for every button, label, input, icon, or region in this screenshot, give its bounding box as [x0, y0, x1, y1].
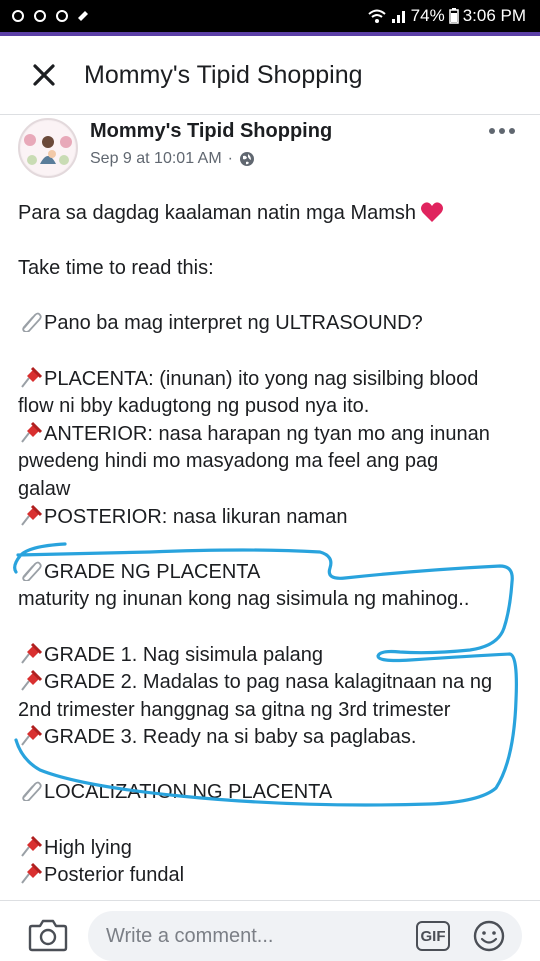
text-line: Para sa dagdag kaalaman natin mga Mamsh: [18, 200, 528, 228]
line-text: Para sa dagdag kaalaman natin mga Mamsh: [18, 202, 417, 224]
signal-icon: [391, 11, 405, 23]
text-line: flow ni bby kadugtong ng pusod nya ito.: [18, 393, 528, 421]
post-text: Para sa dagdag kaalaman natin mga Mamsh …: [18, 200, 528, 890]
post-author[interactable]: Mommy's Tipid Shopping: [90, 120, 332, 143]
line-text: GRADE 3. Ready na si baby sa paglabas.: [44, 726, 417, 749]
pin-icon: [21, 642, 43, 664]
pin-icon: [21, 725, 43, 746]
wifi-icon: [367, 9, 386, 23]
notification-icon: [56, 10, 68, 22]
line-text: Take time to read this:: [18, 257, 214, 280]
text-line: Posterior fundal: [18, 862, 528, 890]
line-text: maturity ng inunan kong nag sisimula ng …: [18, 588, 470, 611]
pin-icon: [21, 863, 43, 884]
line-text: ANTERIOR: nasa harapan ng tyan mo ang in…: [44, 422, 490, 445]
line-text: Pano ba mag interpret ng ULTRASOUND?: [44, 312, 423, 335]
avatar-logo: [21, 121, 75, 175]
text-line: GRADE NG PLACENTA: [18, 559, 528, 587]
notification-icons: [10, 9, 90, 23]
paperclip-icon: [22, 312, 42, 333]
text-line: pwedeng hindi mo masyadong ma feel ang p…: [18, 448, 528, 476]
top-header: Mommy's Tipid Shopping: [0, 36, 540, 115]
pin-icon: [21, 504, 43, 526]
line-text: GRADE NG PLACENTA: [44, 560, 261, 583]
close-icon: [33, 64, 55, 86]
text-line: ANTERIOR: nasa harapan ng tyan mo ang in…: [18, 421, 528, 449]
line-text: High lying: [44, 836, 132, 859]
text-line: Pano ba mag interpret ng ULTRASOUND?: [18, 310, 528, 338]
line-text: GRADE 2. Madalas to pag nasa kalagitnaan…: [44, 671, 493, 694]
post-timestamp[interactable]: Sep 9 at 10:01 AM: [90, 150, 222, 168]
gif-icon: GIF: [420, 927, 446, 945]
battery-icon: [448, 8, 459, 24]
comment-placeholder: Write a comment...: [106, 924, 274, 947]
notification-icon: [12, 10, 24, 22]
clock: 3:06 PM: [462, 6, 526, 25]
gif-button[interactable]: GIF: [416, 921, 450, 951]
pin-icon: [21, 670, 43, 691]
more-icon: [489, 128, 515, 134]
close-button[interactable]: [24, 55, 64, 95]
text-line: GRADE 1. Nag sisimula palang: [18, 642, 528, 670]
text-line: High lying: [18, 835, 528, 863]
text-line: PLACENTA: (inunan) ito yong nag sisilbin…: [18, 366, 528, 394]
notification-icon: [34, 10, 46, 22]
text-line: 2nd trimester hanggnag sa gitna ng 3rd t…: [18, 697, 528, 725]
emoji-button[interactable]: [472, 919, 506, 953]
mute-icon: [78, 11, 88, 21]
text-line: LOCALIZATION NG PLACENTA: [18, 779, 528, 807]
status-bar: 74% 3:06 PM: [0, 0, 540, 32]
meta-separator: ·: [227, 150, 233, 167]
line-text: flow ni bby kadugtong ng pusod nya ito.: [18, 395, 370, 418]
camera-icon: [28, 919, 68, 952]
page-title: Mommy's Tipid Shopping: [84, 60, 363, 89]
text-line: maturity ng inunan kong nag sisimula ng …: [18, 586, 528, 614]
comment-bar: Write a comment... GIF: [0, 900, 540, 961]
pin-icon: [21, 366, 43, 388]
comment-input[interactable]: Write a comment... GIF: [88, 911, 522, 961]
avatar[interactable]: [18, 118, 78, 178]
line-text: LOCALIZATION NG PLACENTA: [44, 781, 333, 804]
post-meta: Sep 9 at 10:01 AM ·: [90, 150, 255, 168]
more-options-button[interactable]: [488, 118, 516, 138]
line-text: GRADE 1. Nag sisimula palang: [44, 643, 324, 666]
post-header: Mommy's Tipid Shopping Sep 9 at 10:01 AM…: [0, 114, 540, 190]
line-text: PLACENTA: (inunan) ito yong nag sisilbin…: [44, 367, 479, 390]
line-text: galaw: [18, 477, 71, 500]
paperclip-icon: [22, 782, 42, 802]
line-text: Posterior fundal: [44, 864, 185, 887]
battery-percent: 74%: [410, 6, 445, 25]
line-text: POSTERIOR: nasa likuran naman: [44, 505, 348, 528]
pin-icon: [21, 421, 43, 443]
globe-icon: [239, 152, 254, 166]
camera-button[interactable]: [28, 918, 68, 952]
text-line: Take time to read this:: [18, 255, 528, 283]
text-line: GRADE 2. Madalas to pag nasa kalagitnaan…: [18, 669, 528, 697]
text-line: GRADE 3. Ready na si baby sa paglabas.: [18, 724, 528, 752]
heart-icon: [421, 202, 444, 222]
text-line: galaw: [18, 476, 528, 504]
line-text: 2nd trimester hanggnag sa gitna ng 3rd t…: [18, 698, 451, 721]
pin-icon: [21, 835, 43, 857]
text-line: POSTERIOR: nasa likuran naman: [18, 504, 528, 532]
paperclip-icon: [22, 561, 42, 581]
emoji-icon: [473, 920, 505, 952]
line-text: pwedeng hindi mo masyadong ma feel ang p…: [18, 450, 439, 473]
